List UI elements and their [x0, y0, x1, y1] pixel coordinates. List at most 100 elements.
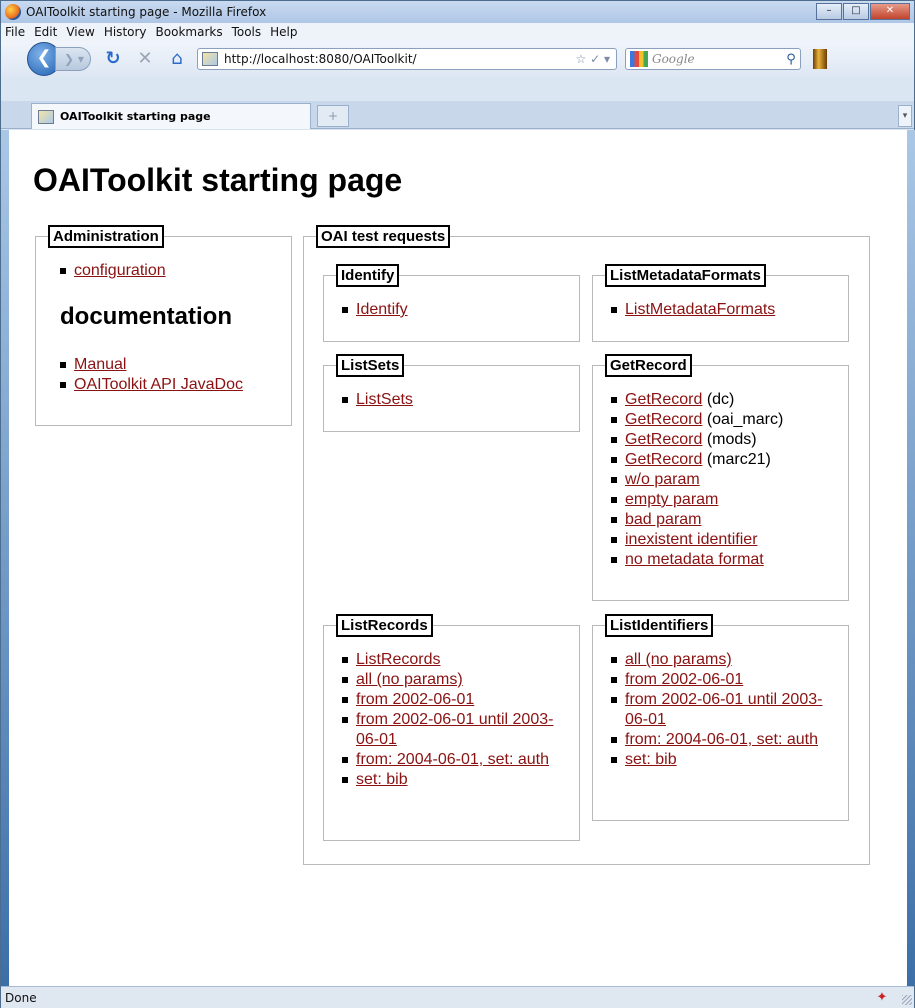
tab-bar: OAIToolkit starting page + ▾ [1, 101, 914, 129]
documentation-links: Manual OAIToolkit API JavaDoc [60, 355, 243, 395]
list-item: from 2002-06-01 until 2003-06-01 [611, 690, 831, 730]
list-item: from 2002-06-01 until 2003-06-01 [342, 710, 562, 750]
bookmarks-icon[interactable] [813, 49, 827, 69]
getrecord-mods-link[interactable]: GetRecord [625, 431, 702, 448]
identify-link[interactable]: Identify [356, 301, 408, 318]
admin-links: configuration [60, 261, 243, 281]
home-icon[interactable]: ⌂ [165, 47, 189, 71]
listrecords-link[interactable]: ListRecords [356, 651, 440, 668]
listidentifiers-legend: ListIdentifiers [605, 614, 714, 637]
bookmark-star-icon[interactable]: ☆ ✓ ▾ [576, 52, 610, 66]
manual-link[interactable]: Manual [74, 356, 126, 373]
status-addon-icon[interactable]: ✦ [874, 990, 890, 1006]
search-icon[interactable]: ⚲ [782, 52, 800, 67]
close-button[interactable]: ✕ [870, 3, 910, 20]
bad-param-link[interactable]: bad param [625, 511, 702, 528]
list-item: all (no params) [611, 650, 831, 670]
listidentifiers-all-link[interactable]: all (no params) [625, 651, 732, 668]
menu-bookmarks[interactable]: Bookmarks [156, 25, 223, 39]
url-bar[interactable]: http://localhost:8080/OAIToolkit/ ☆ ✓ ▾ [197, 48, 617, 70]
administration-fieldset: Administration configuration documentati… [35, 225, 292, 426]
list-item: Manual [60, 355, 243, 375]
wo-param-link[interactable]: w/o param [625, 471, 700, 488]
list-item: ListSets [342, 390, 413, 410]
getrecord-marc21-link[interactable]: GetRecord [625, 451, 702, 468]
tab-label: OAIToolkit starting page [60, 110, 211, 123]
identify-fieldset: Identify Identify [323, 264, 580, 342]
menu-edit[interactable]: Edit [34, 25, 57, 39]
getrecord-links: GetRecord (dc) GetRecord (oai_marc) GetR… [611, 390, 783, 570]
listidentifiers-set-bib-link[interactable]: set: bib [625, 751, 677, 768]
listrecords-from-link[interactable]: from 2002-06-01 [356, 691, 474, 708]
listrecords-all-link[interactable]: all (no params) [356, 671, 463, 688]
list-item: OAIToolkit API JavaDoc [60, 375, 243, 395]
empty-param-link[interactable]: empty param [625, 491, 718, 508]
getrecord-mods-suffix: (mods) [702, 431, 757, 448]
menu-file[interactable]: File [5, 25, 25, 39]
javadoc-link[interactable]: OAIToolkit API JavaDoc [74, 376, 243, 393]
identify-legend: Identify [336, 264, 400, 287]
menu-view[interactable]: View [66, 25, 94, 39]
inexistent-identifier-link[interactable]: inexistent identifier [625, 531, 758, 548]
list-item: from 2002-06-01 [611, 670, 831, 690]
no-metadata-format-link[interactable]: no metadata format [625, 551, 764, 568]
resize-grip-icon[interactable] [902, 995, 912, 1005]
menu-help[interactable]: Help [270, 25, 297, 39]
getrecord-oai-marc-link[interactable]: GetRecord [625, 411, 702, 428]
list-item: GetRecord (mods) [611, 430, 783, 450]
page-title: OAIToolkit starting page [33, 162, 403, 198]
title-bar: OAIToolkit starting page - Mozilla Firef… [1, 1, 914, 23]
getrecord-legend: GetRecord [605, 354, 692, 377]
oai-test-requests-legend: OAI test requests [316, 225, 451, 248]
reload-icon[interactable]: ↻ [101, 47, 125, 71]
listidentifiers-from-until-link[interactable]: from 2002-06-01 until 2003-06-01 [625, 691, 822, 728]
listmetadataformats-links: ListMetadataFormats [611, 300, 775, 320]
getrecord-dc-link[interactable]: GetRecord [625, 391, 702, 408]
search-input[interactable]: Google [652, 52, 782, 66]
listsets-fieldset: ListSets ListSets [323, 354, 580, 432]
page-content: OAIToolkit starting page Administration … [9, 130, 907, 986]
list-item: from 2002-06-01 [342, 690, 562, 710]
tab-favicon-icon [38, 109, 54, 124]
listrecords-from-set-auth-link[interactable]: from: 2004-06-01, set: auth [356, 751, 549, 768]
listidentifiers-from-set-auth-link[interactable]: from: 2004-06-01, set: auth [625, 731, 818, 748]
list-item: from: 2004-06-01, set: auth [342, 750, 562, 770]
listsets-links: ListSets [342, 390, 413, 410]
identify-links: Identify [342, 300, 408, 320]
listmetadataformats-link[interactable]: ListMetadataFormats [625, 301, 775, 318]
list-item: bad param [611, 510, 783, 530]
new-tab-button[interactable]: + [317, 105, 349, 127]
list-item: set: bib [342, 770, 562, 790]
list-item: no metadata format [611, 550, 783, 570]
list-item: GetRecord (oai_marc) [611, 410, 783, 430]
site-favicon-icon [202, 52, 218, 66]
listrecords-set-bib-link[interactable]: set: bib [356, 771, 408, 788]
search-engine-icon[interactable] [630, 51, 648, 67]
search-bar[interactable]: Google ⚲ [625, 48, 801, 70]
list-item: empty param [611, 490, 783, 510]
getrecord-marc21-suffix: (marc21) [702, 451, 771, 468]
getrecord-fieldset: GetRecord GetRecord (dc) GetRecord (oai_… [592, 354, 849, 601]
tab-list-icon[interactable]: ▾ [898, 105, 912, 127]
minimize-button[interactable]: – [816, 3, 842, 20]
maximize-button[interactable]: □ [843, 3, 869, 20]
configuration-link[interactable]: configuration [74, 262, 166, 279]
list-item: GetRecord (marc21) [611, 450, 783, 470]
menu-history[interactable]: History [104, 25, 147, 39]
window-title: OAIToolkit starting page - Mozilla Firef… [26, 5, 267, 19]
listsets-link[interactable]: ListSets [356, 391, 413, 408]
forward-button[interactable]: ❯ ▾ [55, 47, 91, 71]
window-controls: – □ ✕ [816, 3, 910, 20]
list-item: ListMetadataFormats [611, 300, 775, 320]
listidentifiers-from-link[interactable]: from 2002-06-01 [625, 671, 743, 688]
getrecord-dc-suffix: (dc) [702, 391, 735, 408]
list-item: from: 2004-06-01, set: auth [611, 730, 831, 750]
stop-icon[interactable]: ✕ [133, 47, 157, 71]
menu-tools[interactable]: Tools [232, 25, 262, 39]
list-item: all (no params) [342, 670, 562, 690]
tab-oaitoolkit[interactable]: OAIToolkit starting page [31, 103, 311, 129]
listmetadataformats-legend: ListMetadataFormats [605, 264, 766, 287]
listrecords-from-until-link[interactable]: from 2002-06-01 until 2003-06-01 [356, 711, 553, 748]
listrecords-legend: ListRecords [336, 614, 433, 637]
list-item: inexistent identifier [611, 530, 783, 550]
